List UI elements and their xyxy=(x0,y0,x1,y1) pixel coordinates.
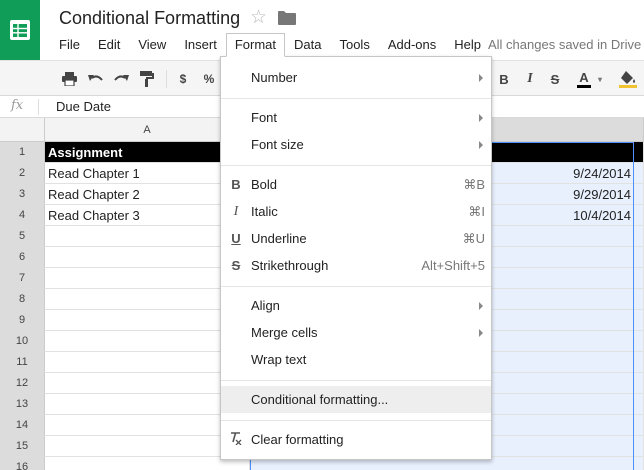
star-icon[interactable]: ☆ xyxy=(250,8,267,28)
menu-divider xyxy=(221,286,491,287)
folder-icon[interactable] xyxy=(278,11,296,28)
format-dropdown-menu: Number Font Font size B Bold ⌘B I Italic… xyxy=(220,56,492,460)
menu-option-number[interactable]: Number xyxy=(221,64,491,91)
row-header[interactable]: 14 xyxy=(0,415,45,436)
menu-add-ons[interactable]: Add-ons xyxy=(379,33,445,57)
menu-option-strikethrough[interactable]: S Strikethrough Alt+Shift+5 xyxy=(221,252,491,279)
row-header[interactable]: 6 xyxy=(0,247,45,268)
menu-divider xyxy=(221,420,491,421)
menu-option-italic[interactable]: I Italic ⌘I xyxy=(221,198,491,225)
menu-option-bold[interactable]: B Bold ⌘B xyxy=(221,171,491,198)
menu-option-wrap-text[interactable]: Wrap text xyxy=(221,346,491,373)
row-header[interactable]: 9 xyxy=(0,310,45,331)
menu-divider xyxy=(221,98,491,99)
menu-help[interactable]: Help xyxy=(445,33,490,57)
text-color-button[interactable]: A xyxy=(573,69,595,89)
menu-bar: File Edit View Insert Format Data Tools … xyxy=(50,33,490,57)
undo-icon[interactable] xyxy=(86,69,104,89)
menu-option-merge-cells[interactable]: Merge cells xyxy=(221,319,491,346)
percent-format-button[interactable]: % xyxy=(201,69,217,89)
bold-button[interactable]: B xyxy=(496,69,512,89)
select-all-corner[interactable] xyxy=(0,118,45,142)
fx-icon: fx xyxy=(11,98,24,113)
menu-option-underline[interactable]: U Underline ⌘U xyxy=(221,225,491,252)
menu-tools[interactable]: Tools xyxy=(330,33,378,57)
menu-option-align[interactable]: Align xyxy=(221,292,491,319)
italic-icon: I xyxy=(233,203,239,219)
row-header[interactable]: 5 xyxy=(0,226,45,247)
row-header[interactable]: 15 xyxy=(0,436,45,457)
row-header[interactable]: 8 xyxy=(0,289,45,310)
chevron-down-icon[interactable]: ▾ xyxy=(596,69,604,89)
currency-format-button[interactable]: $ xyxy=(176,69,190,89)
submenu-arrow-icon xyxy=(479,328,483,337)
submenu-arrow-icon xyxy=(479,140,483,149)
row-header[interactable]: 12 xyxy=(0,373,45,394)
menu-view[interactable]: View xyxy=(129,33,175,57)
row-header[interactable]: 16 xyxy=(0,457,45,470)
sheets-app-icon[interactable] xyxy=(0,0,40,60)
clear-formatting-icon xyxy=(229,431,243,448)
formula-input[interactable]: Due Date xyxy=(56,99,111,114)
menu-insert[interactable]: Insert xyxy=(175,33,226,57)
row-header[interactable]: 13 xyxy=(0,394,45,415)
menu-data[interactable]: Data xyxy=(285,33,330,57)
menu-file[interactable]: File xyxy=(50,33,89,57)
print-icon[interactable] xyxy=(60,69,78,89)
paint-format-icon[interactable] xyxy=(138,69,156,89)
row-header[interactable]: 7 xyxy=(0,268,45,289)
sheets-logo-icon xyxy=(10,20,30,40)
submenu-arrow-icon xyxy=(479,113,483,122)
toolbar-divider xyxy=(166,70,167,88)
row-header[interactable]: 2 xyxy=(0,163,45,184)
menu-option-clear-formatting[interactable]: Clear formatting xyxy=(221,426,491,453)
row-header[interactable]: 11 xyxy=(0,352,45,373)
save-status[interactable]: All changes saved in Drive xyxy=(488,37,641,52)
menu-format[interactable]: Format xyxy=(225,33,285,57)
menu-divider xyxy=(221,380,491,381)
menu-option-conditional-formatting[interactable]: Conditional formatting... xyxy=(221,386,491,413)
submenu-arrow-icon xyxy=(479,73,483,82)
fill-color-icon[interactable] xyxy=(617,69,639,89)
row-header[interactable]: 4 xyxy=(0,205,45,226)
menu-option-font[interactable]: Font xyxy=(221,104,491,131)
italic-button[interactable]: I xyxy=(522,69,538,89)
menu-divider xyxy=(221,165,491,166)
strikethrough-icon: S xyxy=(231,258,241,273)
menu-edit[interactable]: Edit xyxy=(89,33,129,57)
row-header[interactable]: 10 xyxy=(0,331,45,352)
underline-icon: U xyxy=(231,231,241,246)
document-title[interactable]: Conditional Formatting xyxy=(59,8,240,29)
redo-icon[interactable] xyxy=(112,69,130,89)
bold-icon: B xyxy=(231,177,241,192)
row-header[interactable]: 3 xyxy=(0,184,45,205)
row-header[interactable]: 1 xyxy=(0,142,45,163)
strikethrough-button[interactable]: S xyxy=(547,69,563,89)
menu-option-font-size[interactable]: Font size xyxy=(221,131,491,158)
submenu-arrow-icon xyxy=(479,301,483,310)
text-color-icon: A xyxy=(579,69,589,85)
